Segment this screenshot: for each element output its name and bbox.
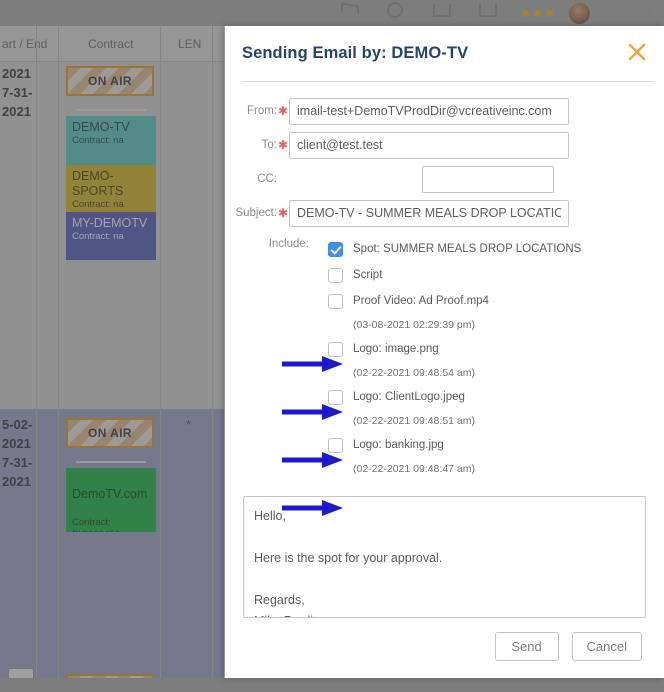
include-item-timestamp-row: (02-22-2021 09:48:47 am) <box>328 458 664 480</box>
include-checkbox-list: Spot: SUMMER MEALS DROP LOCATIONS Script… <box>328 236 664 480</box>
include-item-logo-banking[interactable]: Logo: banking.jpg <box>328 432 664 458</box>
subject-label: Subject: <box>235 207 277 219</box>
checkbox-icon[interactable] <box>328 389 343 405</box>
checkbox-icon[interactable] <box>328 267 343 283</box>
close-icon[interactable] <box>626 41 648 63</box>
cc-field[interactable] <box>422 165 554 193</box>
include-item-label: Spot: SUMMER MEALS DROP LOCATIONS <box>353 243 582 255</box>
include-item-label: Script <box>353 269 383 281</box>
checkbox-icon[interactable] <box>328 341 343 357</box>
dialog-title: Sending Email by: DEMO-TV <box>242 44 469 62</box>
include-item-timestamp: (02-22-2021 09:48:51 am) <box>353 415 475 427</box>
include-item-logo-clientlogo[interactable]: Logo: ClientLogo.jpeg <box>328 384 664 410</box>
dialog-header: Sending Email by: DEMO-TV <box>225 26 664 82</box>
to-field[interactable] <box>289 131 569 159</box>
include-item-script[interactable]: Script <box>328 262 664 288</box>
required-asterisk: ✱ <box>277 138 289 152</box>
send-button[interactable]: Send <box>494 632 559 661</box>
form-row-to: To: ✱ <box>225 128 664 162</box>
subject-field[interactable] <box>289 199 569 227</box>
include-item-label: Logo: ClientLogo.jpeg <box>353 391 465 403</box>
form-row-cc: CC: ✱ <box>225 162 664 196</box>
to-label: To: <box>261 139 277 151</box>
include-label: Include: <box>268 238 309 250</box>
include-item-timestamp-row: (03-08-2021 02:29:39 pm) <box>328 314 664 336</box>
checkbox-icon[interactable] <box>328 437 343 453</box>
include-item-logo-image[interactable]: Logo: image.png <box>328 336 664 362</box>
include-item-timestamp: (02-22-2021 09:48:54 am) <box>353 367 475 379</box>
cc-label: CC: <box>257 173 277 185</box>
include-item-spot[interactable]: Spot: SUMMER MEALS DROP LOCATIONS <box>328 236 664 262</box>
include-item-timestamp: (02-22-2021 09:48:47 am) <box>353 463 475 475</box>
include-item-timestamp: (03-08-2021 02:29:39 pm) <box>353 319 475 331</box>
dialog-body: From: ✱ To: ✱ CC: ✱ Subject: ✱ Include: <box>225 80 664 661</box>
include-item-proof-video[interactable]: Proof Video: Ad Proof.mp4 <box>328 288 664 314</box>
cancel-button[interactable]: Cancel <box>571 632 642 661</box>
required-asterisk: ✱ <box>277 104 289 118</box>
include-item-timestamp-row: (02-22-2021 09:48:54 am) <box>328 362 664 384</box>
message-body-textarea[interactable]: Hello, Here is the spot for your approva… <box>243 496 646 618</box>
include-item-label: Logo: image.png <box>353 343 439 355</box>
sending-email-dialog: Sending Email by: DEMO-TV From: ✱ To: ✱ … <box>225 26 664 678</box>
include-item-timestamp-row: (02-22-2021 09:48:51 am) <box>328 410 664 432</box>
form-row-subject: Subject: ✱ <box>225 196 664 230</box>
include-section: Include: Spot: SUMMER MEALS DROP LOCATIO… <box>225 236 664 516</box>
from-field[interactable] <box>289 97 569 125</box>
required-asterisk: ✱ <box>277 206 289 220</box>
from-label: From: <box>246 105 277 117</box>
dialog-footer: Send Cancel <box>225 632 664 661</box>
checkbox-checked-icon[interactable] <box>328 241 343 257</box>
include-item-label: Logo: banking.jpg <box>353 439 444 451</box>
form-row-from: From: ✱ <box>225 94 664 128</box>
checkbox-icon[interactable] <box>328 293 343 309</box>
include-item-label: Proof Video: Ad Proof.mp4 <box>353 295 489 307</box>
